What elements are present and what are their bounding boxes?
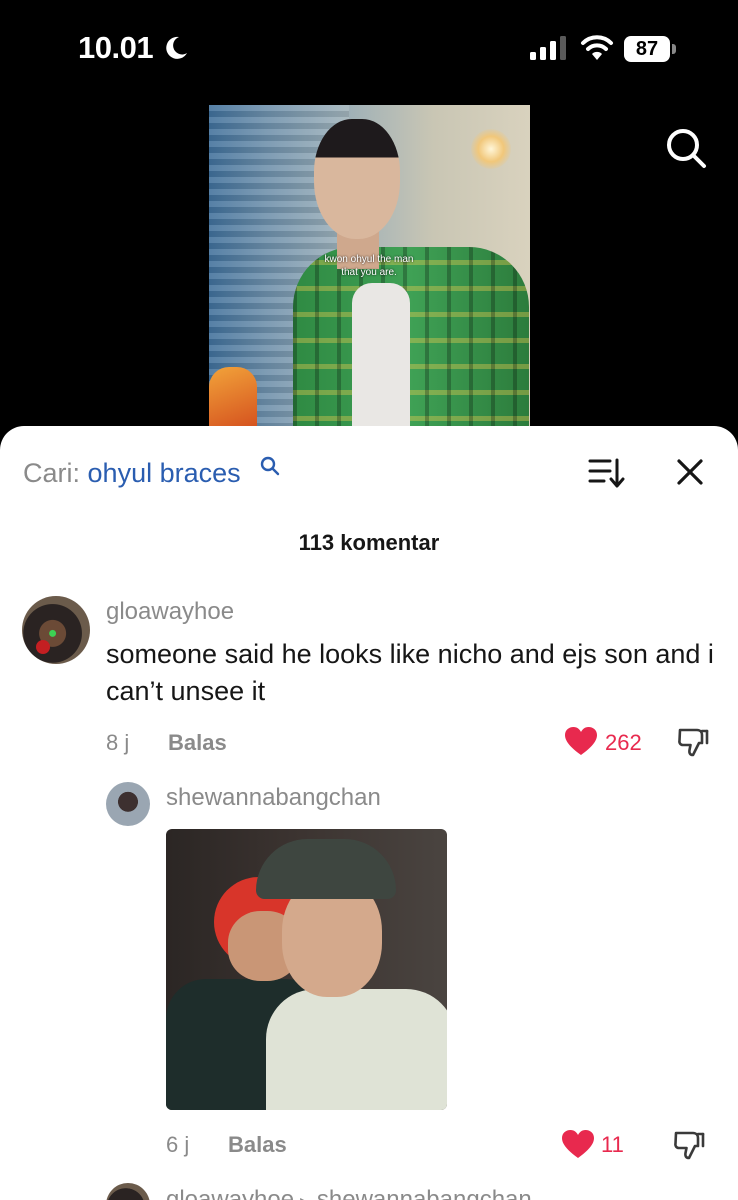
comment-time: 6 j bbox=[166, 1132, 190, 1157]
video-area: kwon ohyul the man that you are. bbox=[0, 96, 738, 436]
moon-icon bbox=[166, 36, 187, 59]
comments-sheet: Cari: ohyul braces 113 komentar gloawayh… bbox=[0, 426, 738, 1200]
reply-arrow-icon: ▶ bbox=[294, 1194, 317, 1200]
comment-count: 113 komentar bbox=[298, 530, 440, 555]
comment-time: 8 j bbox=[106, 730, 130, 755]
comment-username[interactable]: gloawayhoe bbox=[106, 598, 234, 626]
reply-image[interactable] bbox=[166, 829, 447, 1110]
heart-icon[interactable] bbox=[564, 726, 598, 756]
search-icon[interactable] bbox=[664, 126, 708, 170]
search-query[interactable]: ohyul braces bbox=[88, 458, 241, 488]
battery-indicator: 87 bbox=[624, 36, 676, 62]
avatar[interactable] bbox=[22, 596, 90, 664]
comment-text: someone said he looks like nicho and ejs… bbox=[106, 639, 714, 706]
caption-line-2: that you are. bbox=[341, 267, 397, 278]
avatar[interactable] bbox=[106, 782, 150, 826]
wifi-icon bbox=[581, 35, 613, 60]
status-time: 10.01 bbox=[78, 30, 154, 65]
caption-line-1: kwon ohyul the man bbox=[324, 254, 414, 265]
comment-username[interactable]: shewannabangchan bbox=[166, 784, 381, 812]
person-tee bbox=[352, 283, 410, 435]
reply-to-username[interactable]: shewannabangchan bbox=[317, 1186, 532, 1200]
reply-button[interactable]: Balas bbox=[228, 1132, 287, 1158]
battery-level: 87 bbox=[624, 36, 670, 62]
person-head bbox=[314, 119, 400, 239]
comment-username-thread[interactable]: gloawayhoe▶shewannabangchan bbox=[166, 1186, 532, 1200]
like-count: 11 bbox=[601, 1132, 624, 1157]
chip-bag bbox=[209, 367, 257, 435]
search-suggestion[interactable]: Cari: ohyul braces bbox=[23, 458, 241, 489]
lamp-light bbox=[471, 129, 511, 169]
signal-icon bbox=[530, 36, 566, 60]
status-bar: 10.01 87 bbox=[0, 0, 738, 96]
close-icon[interactable] bbox=[677, 459, 703, 485]
heart-icon[interactable] bbox=[561, 1129, 595, 1159]
avatar[interactable] bbox=[106, 1183, 150, 1200]
battery-tip bbox=[672, 44, 676, 54]
search-icon bbox=[260, 456, 280, 476]
reply-button[interactable]: Balas bbox=[168, 730, 227, 756]
comment-username[interactable]: gloawayhoe bbox=[166, 1186, 294, 1200]
image-person-right-shirt bbox=[266, 989, 447, 1110]
comments-header: Cari: ohyul braces bbox=[0, 426, 738, 518]
sort-icon[interactable] bbox=[588, 457, 626, 489]
video-thumbnail[interactable]: kwon ohyul the man that you are. bbox=[209, 105, 530, 435]
search-prefix: Cari: bbox=[23, 458, 81, 488]
video-caption: kwon ohyul the man that you are. bbox=[301, 253, 437, 279]
like-count: 262 bbox=[605, 730, 642, 755]
dislike-icon[interactable] bbox=[673, 1129, 705, 1161]
dislike-icon[interactable] bbox=[677, 726, 709, 758]
image-cap bbox=[256, 839, 396, 899]
